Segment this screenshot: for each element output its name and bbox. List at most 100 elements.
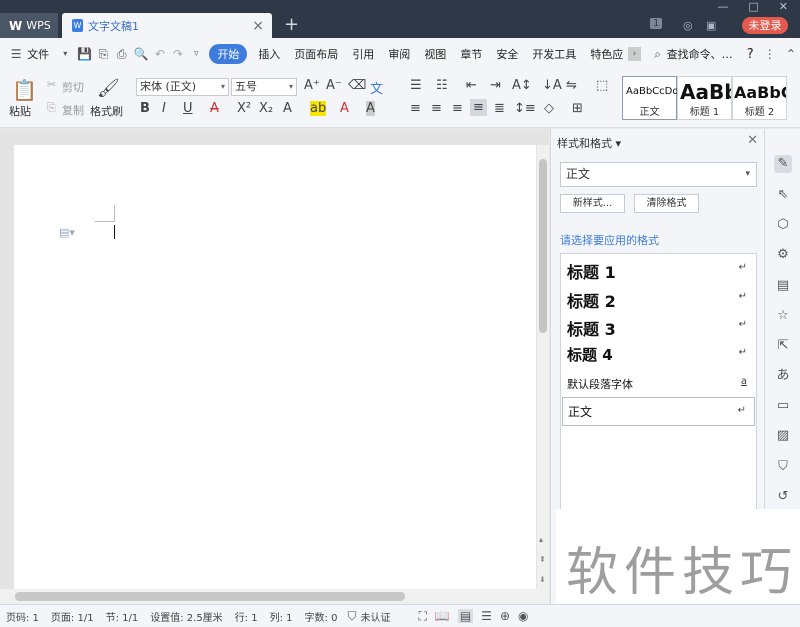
archive-icon[interactable]: ▭ [774, 397, 792, 415]
new-style-button[interactable]: 新样式... [560, 194, 625, 213]
grow-font-icon[interactable]: A⁺ [304, 78, 320, 93]
list-item[interactable]: 标题 3 ↵ [562, 312, 755, 341]
show-marks-icon[interactable]: ⇋ [566, 78, 577, 93]
tab-review[interactable]: 审阅 [381, 46, 417, 62]
font-size-select[interactable]: 五号 ▾ [231, 78, 297, 96]
italic-icon[interactable]: I [162, 101, 166, 116]
panel-title[interactable]: 样式和格式 ▾ [557, 135, 621, 151]
tab-home[interactable]: 开始 [209, 44, 248, 64]
list-item[interactable]: 默认段落字体 a [562, 369, 755, 398]
align-left-icon[interactable]: ≡ [410, 101, 421, 116]
font-color-icon[interactable]: A [340, 101, 349, 116]
login-button[interactable]: 未登录 [742, 17, 788, 34]
current-style-select[interactable]: 正文 ▾ [560, 162, 757, 187]
paste-icon[interactable]: 📋 [12, 78, 37, 102]
text-effect-icon[interactable]: A [283, 101, 292, 116]
distribute-icon[interactable]: ≣ [494, 101, 505, 116]
shrink-font-icon[interactable]: A⁻ [326, 78, 342, 93]
close-window-icon[interactable]: ✕ [779, 0, 788, 13]
tab-page-layout[interactable]: 页面布局 [287, 46, 345, 62]
list-item[interactable]: 标题 2 ↵ [562, 284, 755, 313]
status-row[interactable]: 行: 1 [235, 609, 258, 624]
status-page[interactable]: 页面: 1/1 [51, 609, 94, 624]
scrollbar-thumb[interactable] [15, 592, 405, 601]
window-count-badge[interactable]: 1 [650, 18, 663, 29]
search-commands-input[interactable]: 查找命令、… [667, 46, 740, 62]
customize-icon[interactable]: ▿ [190, 47, 202, 61]
list-item[interactable]: 标题 4 ↵ [562, 340, 755, 369]
style-normal[interactable]: AaBbCcDd 正文 [622, 76, 679, 120]
justify-icon[interactable]: ≡ [470, 99, 487, 116]
image-icon[interactable]: ▨ [774, 427, 792, 445]
maximize-icon[interactable]: □ [748, 0, 758, 13]
status-section[interactable]: 节: 1/1 [106, 609, 139, 624]
close-tab-icon[interactable]: × [252, 18, 264, 34]
cut-icon[interactable]: ✂ [47, 78, 56, 91]
collapse-ribbon-icon[interactable]: ⌃ [785, 47, 797, 61]
sort-icon[interactable]: ↓A [542, 78, 562, 93]
bold-icon[interactable]: B [140, 101, 150, 116]
text-direction-icon[interactable]: ⬚ [596, 78, 608, 93]
status-word-count[interactable]: 字数: 0 [305, 609, 338, 624]
cloud-save-icon[interactable]: ⎘ [97, 47, 109, 61]
font-name-select[interactable]: 宋体 (正文) ▾ [136, 78, 229, 96]
phonetic-icon[interactable]: 文 [370, 78, 383, 97]
translate-icon[interactable]: あ [774, 367, 792, 385]
print-preview-icon[interactable]: 🔍 [134, 47, 149, 61]
format-painter-button[interactable]: 格式刷 [90, 103, 123, 119]
history-icon[interactable]: ↺ [774, 488, 792, 506]
paragraph-layout-icon[interactable]: ▤▾ [59, 226, 75, 239]
eye-protect-icon[interactable]: ◉ [518, 609, 528, 623]
styles-pen-icon[interactable]: ✎ [774, 155, 792, 173]
align-center-icon[interactable]: ≡ [431, 101, 442, 116]
tab-insert[interactable]: 插入 [251, 46, 287, 62]
page-view-icon[interactable]: ▤ [457, 609, 474, 623]
scroll-up-icon[interactable]: ▴ [539, 535, 543, 544]
help-button[interactable]: ? [740, 47, 761, 62]
strikethrough-icon[interactable]: A [210, 101, 219, 116]
numbering-icon[interactable]: ☷ [436, 78, 448, 93]
borders-icon[interactable]: ⊞ [572, 101, 583, 116]
char-shading-icon[interactable]: A [366, 101, 375, 116]
share-icon[interactable]: ⇱ [774, 337, 792, 355]
tab-references[interactable]: 引用 [345, 46, 381, 62]
status-page-number[interactable]: 页码: 1 [6, 609, 39, 624]
tab-features[interactable]: 特色应 [583, 46, 625, 62]
increase-indent-icon[interactable]: ⇥ [490, 78, 501, 93]
decrease-indent-icon[interactable]: ⇤ [466, 78, 477, 93]
subscript-icon[interactable]: X₂ [259, 101, 273, 116]
menu-file[interactable]: 文件 [25, 46, 56, 62]
horizontal-scrollbar[interactable] [0, 589, 549, 604]
hamburger-icon[interactable]: ☰ [10, 47, 22, 61]
more-icon[interactable]: ⋮ [764, 47, 776, 61]
search-icon[interactable]: ⌕ [652, 47, 664, 61]
cut-button[interactable]: 剪切 [62, 79, 84, 95]
scroll-right-icon[interactable]: › [628, 47, 641, 61]
read-mode-icon[interactable]: 📖 [435, 609, 450, 623]
format-painter-icon[interactable]: 🖌 [97, 78, 120, 99]
shield-icon[interactable]: ⛉ [774, 458, 792, 476]
status-auth[interactable]: 未认证 [360, 609, 390, 624]
superscript-icon[interactable]: X² [237, 101, 251, 116]
close-panel-icon[interactable]: ✕ [747, 133, 758, 148]
status-setting[interactable]: 设置值: 2.5厘米 [150, 609, 222, 624]
bullets-icon[interactable]: ☰ [410, 78, 422, 93]
tab-view[interactable]: 视图 [417, 46, 453, 62]
highlight-icon[interactable]: ab [310, 101, 327, 116]
document-tool-icon[interactable]: ▤ [774, 277, 792, 295]
restore-icon[interactable]: ▣ [706, 19, 716, 32]
tab-developer[interactable]: 开发工具 [525, 46, 583, 62]
cloud-sync-icon[interactable]: ◎ [683, 19, 693, 32]
status-column[interactable]: 列: 1 [270, 609, 293, 624]
save-icon[interactable]: 💾 [77, 47, 92, 61]
shading-icon[interactable]: ◇ [544, 101, 554, 116]
list-item[interactable]: 标题 1 ↵ [562, 255, 755, 284]
outline-view-icon[interactable]: ☰ [481, 609, 492, 623]
chevron-down-icon[interactable]: ▾ [59, 47, 71, 61]
star-icon[interactable]: ☆ [774, 307, 792, 325]
paste-button[interactable]: 粘贴 [9, 103, 31, 119]
tab-wps-home[interactable]: W WPS [0, 13, 58, 38]
clear-format-icon[interactable]: ⌫ [348, 78, 366, 93]
print-icon[interactable]: ⎙ [116, 47, 128, 61]
clear-format-button[interactable]: 清除格式 [634, 194, 699, 213]
